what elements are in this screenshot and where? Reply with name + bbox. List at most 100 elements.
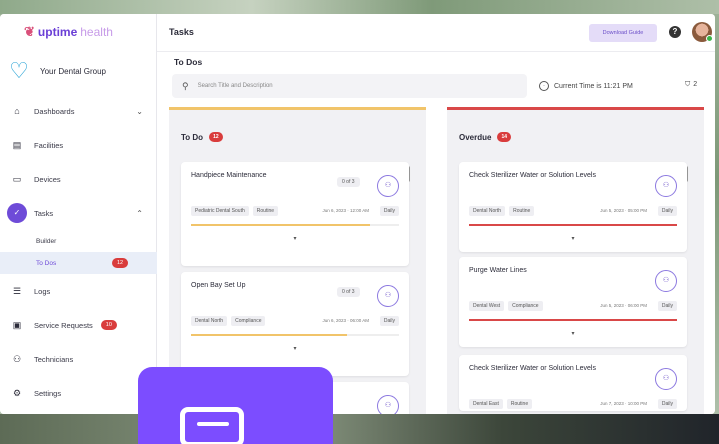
task-tag: Dental East (469, 399, 503, 409)
brand-logo[interactable]: ❦ uptime health (24, 24, 113, 40)
task-card[interactable]: Check Sterilizer Water or Solution Level… (459, 162, 687, 252)
overdue-count-badge: 14 (497, 132, 512, 142)
assign-user-icon[interactable]: ⚇ (377, 395, 399, 414)
task-frequency: Daily (379, 316, 399, 326)
service-requests-badge: 10 (100, 320, 117, 330)
org-switcher[interactable]: ♡ Your Dental Group (0, 56, 157, 86)
sidebar-subitem-label: Builder (36, 237, 57, 245)
expand-chevron-icon[interactable]: ▾ (181, 235, 409, 242)
task-tag: Dental North (191, 316, 228, 326)
todo-column-title: To Do (181, 132, 204, 142)
task-title: Check Sterilizer Water or Solution Level… (469, 172, 596, 179)
sidebar-item-logs[interactable]: ☰ Logs (0, 274, 157, 308)
download-guide-button[interactable]: Download Guide (589, 24, 657, 42)
assign-user-icon[interactable]: ⚇ (377, 175, 399, 197)
sidebar-nav: ⌂ Dashboards ⌄ ▤ Facilities ▭ Devices ✓ … (0, 94, 157, 410)
sidebar-item-tasks[interactable]: ✓ Tasks ⌃ (0, 196, 157, 230)
search-placeholder: Search Title and Description (197, 83, 273, 89)
todo-column-header: To Do 12 (181, 132, 223, 142)
todo-count-badge: 12 (209, 132, 223, 142)
task-tag: Dental West (469, 301, 505, 311)
task-card[interactable]: Check Sterilizer Water or Solution Level… (459, 355, 687, 411)
task-title: Purge Water Lines (469, 267, 527, 274)
sidebar-item-settings[interactable]: ⚙ Settings (0, 376, 157, 410)
tasks-icon: ✓ (7, 203, 27, 223)
clock-icon: · (539, 81, 549, 91)
task-tag: Compliance (231, 316, 266, 326)
task-tag: Dental North (469, 206, 506, 216)
chevron-down-icon[interactable]: ⌄ (136, 107, 143, 116)
sidebar-item-label: Technicians (34, 354, 74, 364)
sidebar-item-devices[interactable]: ▭ Devices (0, 162, 157, 196)
expand-chevron-icon[interactable]: ▾ (459, 235, 687, 242)
assign-user-icon[interactable]: ⚇ (655, 368, 677, 390)
task-tag: Pediatric Dental South (191, 206, 249, 216)
background-top (0, 0, 719, 14)
overdue-column-title: Overdue (459, 132, 492, 142)
task-card[interactable]: Open Bay Set Up 0 of 3 ⚇ Dental North Compli… (181, 272, 409, 376)
task-title: Handpiece Maintenance (191, 172, 267, 179)
chat-icon (180, 407, 244, 444)
task-frequency: Daily (657, 301, 677, 311)
building-icon: ▤ (12, 139, 22, 150)
task-progress-bar (191, 224, 399, 226)
task-due-date: Jun 5, 2023 · 06:00 PM (600, 303, 647, 308)
service-icon: ▣ (12, 319, 22, 330)
gear-icon: ⚙ (12, 387, 22, 398)
filter-count: 2 (693, 81, 698, 88)
logs-icon: ☰ (12, 285, 22, 296)
task-card[interactable]: Purge Water Lines ⚇ Dental West Compliance J… (459, 257, 687, 347)
brand-name-secondary: health (80, 25, 113, 39)
filter-icon: ⛉ (685, 81, 691, 88)
task-frequency: Daily (657, 399, 677, 409)
sidebar-item-technicians[interactable]: ⚇ Technicians (0, 342, 157, 376)
task-title: Check Sterilizer Water or Solution Level… (469, 365, 596, 372)
sidebar-item-label: Logs (34, 286, 51, 296)
sidebar-subitem-todos[interactable]: To Dos 12 (0, 252, 157, 274)
section-title: To Dos (174, 57, 203, 67)
sidebar-item-label: Settings (34, 388, 62, 398)
assign-user-icon[interactable]: ⚇ (655, 270, 677, 292)
chevron-up-icon[interactable]: ⌃ (136, 209, 143, 218)
background-bottom (0, 414, 719, 444)
task-tag: Routine (509, 206, 535, 216)
main-content: To Dos ⚲ Search Title and Description · … (157, 52, 715, 414)
app-window: ❦ uptime health ♡ Your Dental Group ⌂ Das… (0, 14, 715, 414)
page-title: Tasks (169, 27, 194, 37)
task-due-date: Jun 7, 2023 · 10:00 PM (600, 401, 647, 406)
current-time-label: Current Time is 11:21 PM (554, 82, 633, 90)
assign-user-icon[interactable]: ⚇ (655, 175, 677, 197)
task-progress-bar (469, 224, 677, 226)
task-card[interactable]: Handpiece Maintenance 0 of 3 ⚇ Pediatric De… (181, 162, 409, 266)
sidebar-item-label: Dashboards (34, 106, 75, 116)
task-title: Open Bay Set Up (191, 282, 246, 289)
task-due-date: Jun 5, 2023 · 05:00 PM (600, 208, 647, 213)
task-tags: Pediatric Dental South Routine (191, 206, 278, 216)
logo-icon: ❦ (24, 24, 35, 39)
sidebar-item-label: Service Requests (34, 320, 93, 330)
help-icon[interactable]: ? (669, 26, 681, 38)
sidebar-item-service-requests[interactable]: ▣ Service Requests 10 (0, 308, 157, 342)
avatar[interactable] (692, 22, 713, 42)
search-input[interactable]: ⚲ Search Title and Description (172, 74, 527, 98)
top-bar: Tasks Download Guide ? (157, 14, 715, 52)
expand-chevron-icon[interactable]: ▾ (181, 345, 409, 352)
sidebar: ❦ uptime health ♡ Your Dental Group ⌂ Das… (0, 14, 157, 414)
todos-count-badge: 12 (112, 258, 129, 268)
task-tag: Routine (252, 206, 278, 216)
sidebar-item-dashboards[interactable]: ⌂ Dashboards ⌄ (0, 94, 157, 128)
sidebar-item-label: Facilities (34, 140, 64, 150)
task-due-date: Jun 6, 2023 · 06:00 AM (322, 318, 369, 323)
sidebar-subitem-builder[interactable]: Builder (0, 230, 157, 252)
assign-user-icon[interactable]: ⚇ (377, 285, 399, 307)
task-frequency: Daily (379, 206, 399, 216)
chat-widget-button[interactable] (138, 367, 333, 444)
task-tags: Dental North Compliance (191, 316, 266, 326)
home-icon: ⌂ (14, 106, 20, 116)
filter-button[interactable]: ⛉ 2 (685, 81, 697, 89)
sidebar-item-facilities[interactable]: ▤ Facilities (0, 128, 157, 162)
expand-chevron-icon[interactable]: ▾ (459, 330, 687, 337)
task-progress-fill (469, 224, 677, 226)
tooth-icon: ♡ (9, 58, 29, 83)
task-step-count: 0 of 3 (337, 287, 360, 297)
